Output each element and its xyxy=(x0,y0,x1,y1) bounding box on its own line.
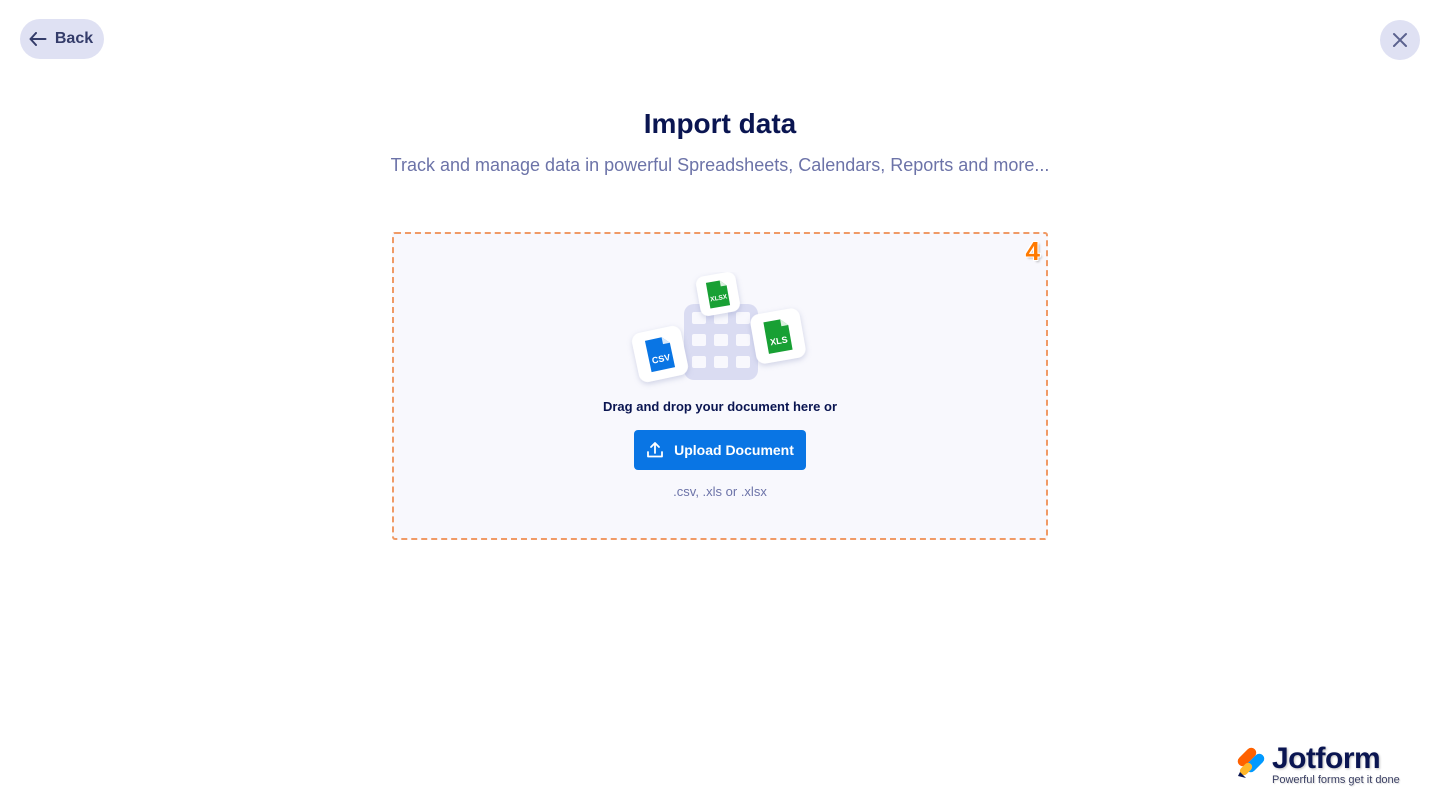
step-badge: 4 xyxy=(1025,236,1040,266)
file-dropzone[interactable]: 4 CSV XLSX XLS Drag and drop your docume… xyxy=(392,232,1048,540)
upload-document-label: Upload Document xyxy=(674,442,794,458)
brand-name: Jotform xyxy=(1272,742,1381,775)
back-button-label: Back xyxy=(54,30,94,47)
accepted-formats-text: .csv, .xls or .xlsx xyxy=(673,484,767,499)
close-button[interactable] xyxy=(1380,20,1420,60)
page-title: Import data xyxy=(643,108,797,139)
close-icon xyxy=(1392,32,1408,48)
upload-icon xyxy=(646,441,664,459)
brand-tagline: Powerful forms get it done xyxy=(1272,774,1400,786)
xls-file-icon: XLS xyxy=(750,308,806,364)
page-subtitle: Track and manage data in powerful Spread… xyxy=(390,155,1050,175)
spreadsheet-files-illustration: CSV XLSX XLS xyxy=(632,272,806,382)
xlsx-file-icon: XLSX xyxy=(696,272,740,316)
drag-drop-text: Drag and drop your document here or xyxy=(602,399,838,414)
upload-document-button[interactable]: Upload Document xyxy=(634,430,806,470)
jotform-logo-icon xyxy=(1237,747,1265,778)
arrow-left-icon xyxy=(29,32,47,46)
import-data-page: Back Import data Track and manage data i… xyxy=(0,0,1440,810)
grid-icon xyxy=(684,304,758,380)
jotform-brand[interactable]: Jotform Powerful forms get it done xyxy=(1236,742,1416,792)
csv-file-icon: CSV xyxy=(632,326,688,382)
back-button[interactable]: Back xyxy=(20,19,104,59)
